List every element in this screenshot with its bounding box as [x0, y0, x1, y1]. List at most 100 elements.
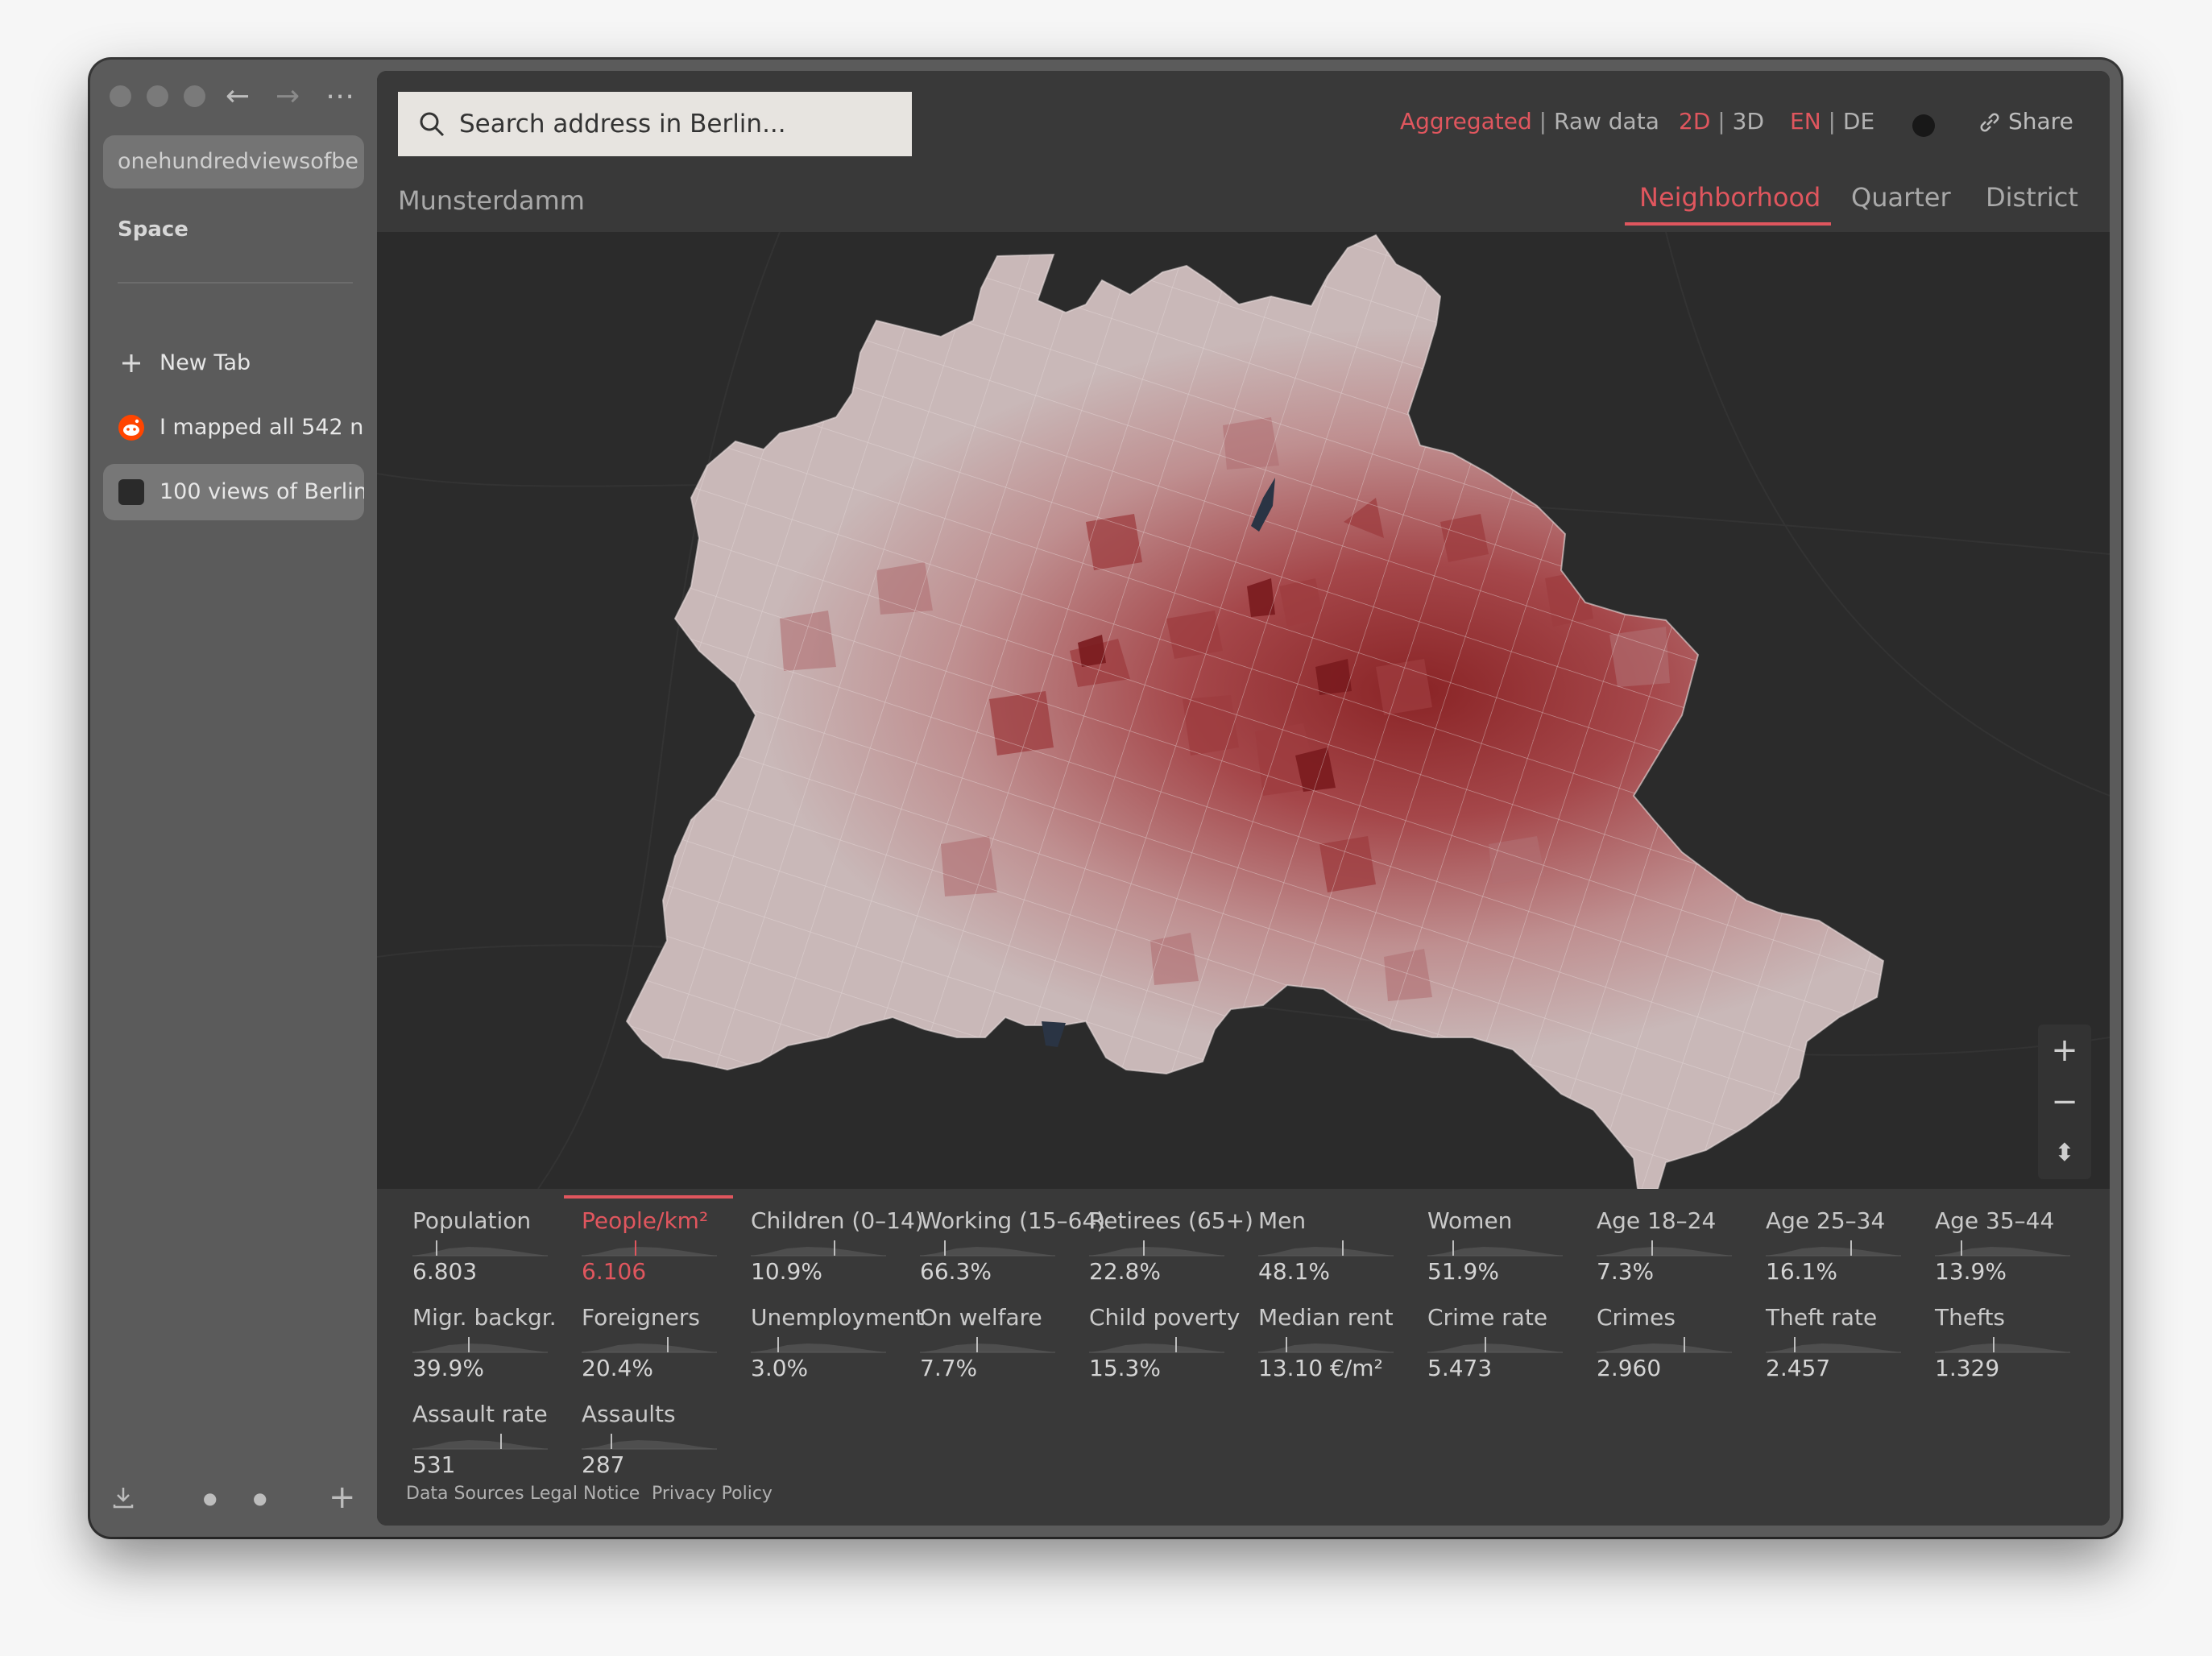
choropleth-map[interactable]	[377, 231, 2110, 1190]
download-icon[interactable]	[111, 1485, 135, 1516]
stat-value: 7.7%	[920, 1355, 978, 1381]
share-button[interactable]: Share	[1978, 108, 2073, 135]
stat-value: 51.9%	[1427, 1258, 1499, 1285]
space-dot-icon[interactable]: ●	[203, 1488, 217, 1508]
stat-value: 1.329	[1935, 1355, 2000, 1381]
stat-item[interactable]: Median rent 13.10 €/m²	[1258, 1303, 1419, 1382]
stat-item[interactable]: People/km² 6.106	[582, 1207, 743, 1285]
stat-value: 2.457	[1766, 1355, 1831, 1381]
stat-value: 7.3%	[1597, 1258, 1655, 1285]
view-mode-toggle: 2D | 3D	[1679, 108, 1764, 135]
stat-item[interactable]: Children (0–14) 10.9%	[751, 1207, 924, 1285]
tab-neighborhood[interactable]: Neighborhood	[1639, 182, 1821, 213]
stat-label: Age 35–44	[1935, 1207, 2055, 1234]
stat-sparkline	[1427, 1240, 1563, 1256]
data-sources-link[interactable]: Data Sources	[406, 1484, 524, 1504]
data-mode-toggle: Aggregated | Raw data	[1400, 108, 1659, 135]
window-zoom-button[interactable]	[184, 85, 205, 107]
stat-item[interactable]: Thefts 1.329	[1935, 1303, 2096, 1382]
stat-item[interactable]: Migr. backgr. 39.9%	[412, 1303, 574, 1382]
tab-reddit[interactable]: I mapped all 542 n	[103, 400, 364, 456]
stat-item[interactable]: Crimes 2.960	[1597, 1303, 1758, 1382]
stat-item[interactable]: Men 48.1%	[1258, 1207, 1419, 1285]
stat-value: 287	[582, 1451, 625, 1478]
stat-value: 5.473	[1427, 1355, 1493, 1381]
stat-value: 66.3%	[920, 1258, 992, 1285]
3d-option[interactable]: 3D	[1733, 108, 1764, 135]
stat-sparkline	[1597, 1240, 1732, 1256]
zoom-in-button[interactable]: +	[2038, 1025, 2091, 1076]
stat-sparkline	[1089, 1337, 1224, 1353]
stat-value: 3.0%	[751, 1355, 809, 1381]
window-close-button[interactable]	[110, 85, 131, 107]
stat-sparkline	[1935, 1337, 2070, 1353]
stat-item[interactable]: Retirees (65+) 22.8%	[1089, 1207, 1253, 1285]
map-svg[interactable]	[377, 231, 2110, 1190]
en-option[interactable]: EN	[1790, 108, 1821, 135]
stat-value: 20.4%	[582, 1355, 653, 1381]
stat-item[interactable]: Crime rate 5.473	[1427, 1303, 1589, 1382]
active-tab-underline	[1625, 222, 1831, 226]
stat-label: Children (0–14)	[751, 1207, 924, 1234]
tab-district[interactable]: District	[1986, 182, 2078, 213]
stat-label: Assaults	[582, 1401, 676, 1427]
raw-data-option[interactable]: Raw data	[1554, 108, 1659, 135]
stat-item[interactable]: Unemployment 3.0%	[751, 1303, 925, 1382]
stat-value: 6.803	[412, 1258, 478, 1285]
stat-label: Working (15–64)	[920, 1207, 1106, 1234]
stat-item[interactable]: Assault rate 531	[412, 1400, 574, 1479]
stat-item[interactable]: Foreigners 20.4%	[582, 1303, 743, 1382]
theme-toggle[interactable]	[1912, 114, 1935, 137]
water-body	[1042, 1021, 1066, 1047]
share-label: Share	[2008, 108, 2073, 135]
stat-item[interactable]: On welfare 7.7%	[920, 1303, 1081, 1382]
tab-100-views[interactable]: 100 views of Berlin	[103, 464, 364, 520]
de-option[interactable]: DE	[1843, 108, 1874, 135]
window-minimize-button[interactable]	[147, 85, 168, 107]
stat-label: Age 25–34	[1766, 1207, 1886, 1234]
stat-value: 531	[412, 1451, 456, 1478]
tab-label: I mapped all 542 n	[159, 415, 364, 440]
legal-notice-link[interactable]: Legal Notice	[530, 1484, 640, 1504]
2d-option[interactable]: 2D	[1679, 108, 1710, 135]
stat-label: Median rent	[1258, 1304, 1394, 1331]
forward-arrow-icon[interactable]: →	[275, 81, 300, 113]
stat-sparkline	[582, 1337, 717, 1353]
space-dot-icon[interactable]: ●	[253, 1488, 267, 1508]
stat-item[interactable]: Assaults 287	[582, 1400, 743, 1479]
stat-value: 39.9%	[412, 1355, 484, 1381]
stat-item[interactable]: Child poverty 15.3%	[1089, 1303, 1250, 1382]
stat-value: 22.8%	[1089, 1258, 1161, 1285]
stat-item[interactable]: Population 6.803	[412, 1207, 574, 1285]
aggregated-option[interactable]: Aggregated	[1400, 108, 1532, 135]
sidebar-divider	[118, 282, 353, 284]
stat-label: Unemployment	[751, 1304, 925, 1331]
reset-pitch-button[interactable]: ⬍	[2038, 1128, 2091, 1179]
tab-quarter[interactable]: Quarter	[1851, 182, 1951, 213]
stat-item[interactable]: Theft rate 2.457	[1766, 1303, 1927, 1382]
more-icon[interactable]: ⋯	[325, 81, 354, 113]
stat-value: 10.9%	[751, 1258, 822, 1285]
back-arrow-icon[interactable]: ←	[226, 81, 250, 113]
stat-label: Men	[1258, 1207, 1307, 1234]
stat-item[interactable]: Working (15–64) 66.3%	[920, 1207, 1106, 1285]
site-favicon-icon	[118, 479, 144, 505]
link-icon	[1980, 113, 1999, 132]
stat-label: Assault rate	[412, 1401, 548, 1427]
stat-item[interactable]: Age 18–24 7.3%	[1597, 1207, 1758, 1285]
add-space-icon[interactable]: +	[329, 1479, 356, 1516]
language-toggle: EN | DE	[1790, 108, 1875, 135]
new-tab-button[interactable]: New Tab	[103, 335, 364, 391]
address-search-input[interactable]: Search address in Berlin...	[398, 92, 912, 156]
stat-label: Thefts	[1935, 1304, 2006, 1331]
stat-item[interactable]: Age 35–44 13.9%	[1935, 1207, 2096, 1285]
stat-item[interactable]: Women 51.9%	[1427, 1207, 1589, 1285]
zoom-out-button[interactable]: −	[2038, 1076, 2091, 1128]
stat-item[interactable]: Age 25–34 16.1%	[1766, 1207, 1927, 1285]
stat-label: Crime rate	[1427, 1304, 1548, 1331]
stat-sparkline	[412, 1434, 548, 1450]
privacy-policy-link[interactable]: Privacy Policy	[652, 1484, 773, 1504]
url-bar[interactable]: onehundredviewsofbe	[103, 135, 364, 188]
berlin-districts[interactable]	[377, 232, 2110, 1189]
stat-sparkline	[920, 1240, 1055, 1256]
